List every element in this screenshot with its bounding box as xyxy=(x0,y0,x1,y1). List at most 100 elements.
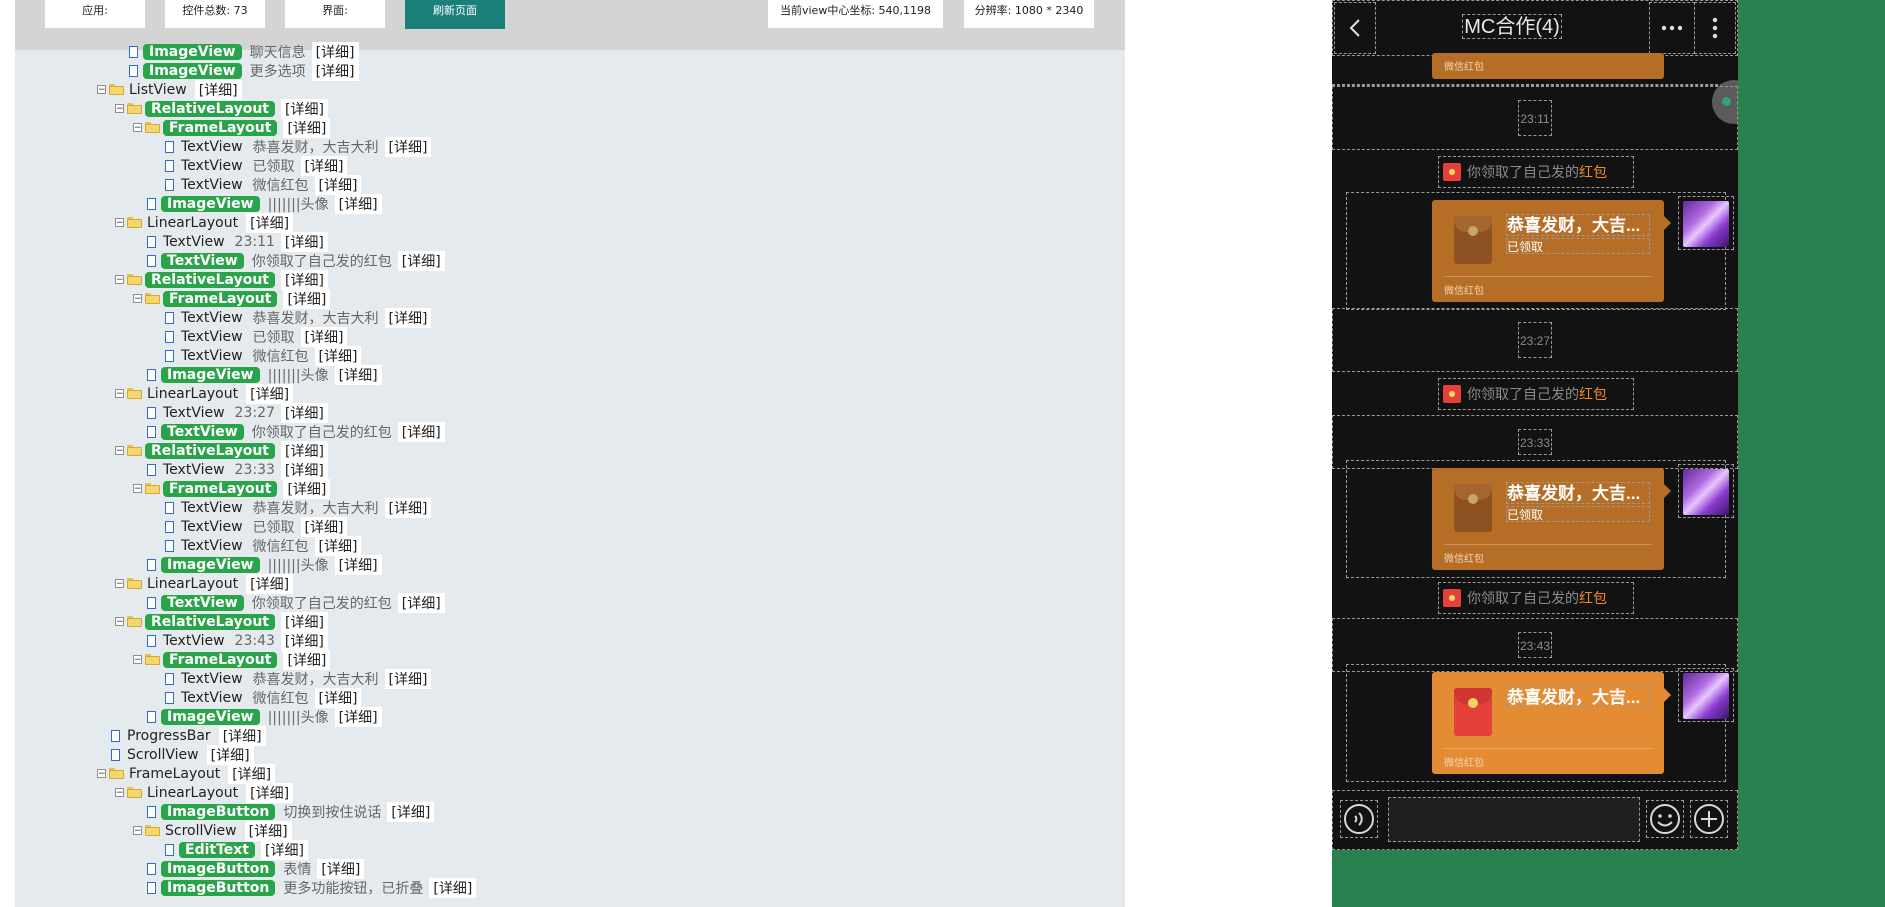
view-hierarchy-tree[interactable]: ImageView 聊天信息 [详细] ImageView 更多选项 [详细] − ListV… xyxy=(15,41,1125,907)
tree-node[interactable]: − RelativeLayout [详细] xyxy=(115,269,328,290)
tree-node[interactable]: ImageView |||||||头像 [详细] xyxy=(133,554,382,575)
node-class-name[interactable]: ImageView xyxy=(161,195,260,212)
collapse-toggle-icon[interactable]: − xyxy=(115,275,124,285)
tree-node[interactable]: TextView 恭喜发财，大吉大利 [详细] xyxy=(151,668,432,689)
tree-node[interactable]: ImageView 更多选项 [详细] xyxy=(115,60,359,81)
detail-link[interactable]: [详细] xyxy=(280,98,328,119)
tree-node[interactable]: TextView 你领取了自己发的红包 [详细] xyxy=(133,592,445,613)
node-class-name[interactable]: ProgressBar xyxy=(125,728,213,744)
node-class-name[interactable]: ImageView xyxy=(161,708,260,725)
node-class-name[interactable]: FrameLayout xyxy=(163,480,278,497)
tree-node[interactable]: − LinearLayout [详细] xyxy=(115,782,294,803)
detail-link[interactable]: [详细] xyxy=(314,345,362,366)
detail-link[interactable]: [详细] xyxy=(194,79,242,100)
more-functions-button[interactable] xyxy=(1690,800,1728,838)
red-packet-link[interactable]: 红包 xyxy=(1579,384,1607,404)
tree-node[interactable]: TextView 23:43 [详细] xyxy=(133,630,328,651)
tree-node[interactable]: ImageView |||||||头像 [详细] xyxy=(133,193,382,214)
collapse-toggle-icon[interactable]: − xyxy=(115,389,124,399)
node-class-name[interactable]: LinearLayout xyxy=(145,215,240,231)
detail-link[interactable]: [详细] xyxy=(283,117,331,138)
tree-node[interactable]: TextView 23:27 [详细] xyxy=(133,402,328,423)
detail-link[interactable]: [详细] xyxy=(246,383,294,404)
tree-node[interactable]: TextView 你领取了自己发的红包 [详细] xyxy=(133,421,445,442)
detail-link[interactable]: [详细] xyxy=(206,744,254,765)
detail-link[interactable]: [详细] xyxy=(300,155,348,176)
node-class-name[interactable]: TextView xyxy=(179,538,245,554)
node-class-name[interactable]: ListView xyxy=(127,82,189,98)
tree-node[interactable]: ImageView 聊天信息 [详细] xyxy=(115,41,359,62)
tree-node[interactable]: TextView 已领取 [详细] xyxy=(151,516,348,537)
detail-link[interactable]: [详细] xyxy=(300,326,348,347)
detail-link[interactable]: [详细] xyxy=(280,611,328,632)
back-button[interactable] xyxy=(1334,2,1376,54)
detail-link[interactable]: [详细] xyxy=(280,459,328,480)
emoji-button[interactable] xyxy=(1646,800,1684,838)
tree-node[interactable]: TextView 微信红包 [详细] xyxy=(151,687,362,708)
node-class-name[interactable]: FrameLayout xyxy=(163,651,278,668)
tree-node[interactable]: ImageButton 更多功能按钮，已折叠 [详细] xyxy=(133,877,477,898)
node-class-name[interactable]: TextView xyxy=(161,234,227,250)
node-class-name[interactable]: TextView xyxy=(179,310,245,326)
node-class-name[interactable]: EditText xyxy=(179,841,255,858)
detail-link[interactable]: [详细] xyxy=(311,60,359,81)
detail-link[interactable]: [详细] xyxy=(283,478,331,499)
node-class-name[interactable]: ImageButton xyxy=(161,879,276,896)
voice-toggle-button[interactable] xyxy=(1340,800,1378,838)
node-class-name[interactable]: RelativeLayout xyxy=(145,442,275,459)
detail-link[interactable]: [详细] xyxy=(334,364,382,385)
tree-node[interactable]: TextView 微信红包 [详细] xyxy=(151,535,362,556)
tree-node[interactable]: ImageButton 表情 [详细] xyxy=(133,858,365,879)
tree-node[interactable]: − RelativeLayout [详细] xyxy=(115,440,328,461)
red-packet-link[interactable]: 红包 xyxy=(1579,588,1607,608)
detail-link[interactable]: [详细] xyxy=(397,250,445,271)
tree-node[interactable]: − FrameLayout [详细] xyxy=(133,649,331,670)
detail-link[interactable]: [详细] xyxy=(244,820,292,841)
detail-link[interactable]: [详细] xyxy=(311,41,359,62)
detail-link[interactable]: [详细] xyxy=(317,858,365,879)
node-class-name[interactable]: TextView xyxy=(179,690,245,706)
tree-node[interactable]: − RelativeLayout [详细] xyxy=(115,98,328,119)
tree-node[interactable]: TextView 微信红包 [详细] xyxy=(151,345,362,366)
refresh-page-button[interactable]: 刷新页面 xyxy=(405,0,505,29)
red-packet-card[interactable]: 恭喜发财，大吉... 已领取 微信红包 xyxy=(1432,468,1671,570)
collapse-toggle-icon[interactable]: − xyxy=(115,104,124,114)
red-packet-card[interactable]: 恭喜发财，大吉... 微信红包 xyxy=(1432,672,1671,774)
detail-link[interactable]: [详细] xyxy=(246,212,294,233)
node-class-name[interactable]: TextView xyxy=(161,594,244,611)
tree-node[interactable]: − FrameLayout [详细] xyxy=(133,478,331,499)
tree-node[interactable]: TextView 恭喜发财，大吉大利 [详细] xyxy=(151,307,432,328)
node-class-name[interactable]: ImageView xyxy=(143,43,242,60)
collapse-toggle-icon[interactable]: − xyxy=(97,85,106,95)
node-class-name[interactable]: FrameLayout xyxy=(163,119,278,136)
tree-node[interactable]: − FrameLayout [详细] xyxy=(133,117,331,138)
node-class-name[interactable]: TextView xyxy=(161,633,227,649)
collapse-toggle-icon[interactable]: − xyxy=(115,446,124,456)
more-options-button[interactable] xyxy=(1694,2,1736,54)
node-class-name[interactable]: TextView xyxy=(161,462,227,478)
node-class-name[interactable]: TextView xyxy=(161,405,227,421)
tree-node[interactable]: ProgressBar [详细] xyxy=(97,725,266,746)
detail-link[interactable]: [详细] xyxy=(260,839,308,860)
tree-node[interactable]: TextView 微信红包 [详细] xyxy=(151,174,362,195)
detail-link[interactable]: [详细] xyxy=(314,687,362,708)
detail-link[interactable]: [详细] xyxy=(384,668,432,689)
tree-node[interactable]: TextView 恭喜发财，大吉大利 [详细] xyxy=(151,497,432,518)
detail-link[interactable]: [详细] xyxy=(384,136,432,157)
tree-node[interactable]: − LinearLayout [详细] xyxy=(115,383,294,404)
node-class-name[interactable]: TextView xyxy=(179,671,245,687)
message-input[interactable] xyxy=(1388,797,1640,842)
tree-node[interactable]: TextView 23:11 [详细] xyxy=(133,231,328,252)
collapse-toggle-icon[interactable]: − xyxy=(133,123,142,133)
avatar[interactable] xyxy=(1683,201,1729,247)
detail-link[interactable]: [详细] xyxy=(218,725,266,746)
node-class-name[interactable]: ScrollView xyxy=(163,823,239,839)
detail-link[interactable]: [详细] xyxy=(429,877,477,898)
tree-node[interactable]: − FrameLayout [详细] xyxy=(133,288,331,309)
tree-node[interactable]: TextView 已领取 [详细] xyxy=(151,155,348,176)
detail-link[interactable]: [详细] xyxy=(300,516,348,537)
red-packet-card[interactable]: 恭喜发财，大吉... 已领取 微信红包 xyxy=(1432,200,1671,302)
detail-link[interactable]: [详细] xyxy=(246,782,294,803)
detail-link[interactable]: [详细] xyxy=(334,554,382,575)
node-class-name[interactable]: ScrollView xyxy=(125,747,201,763)
